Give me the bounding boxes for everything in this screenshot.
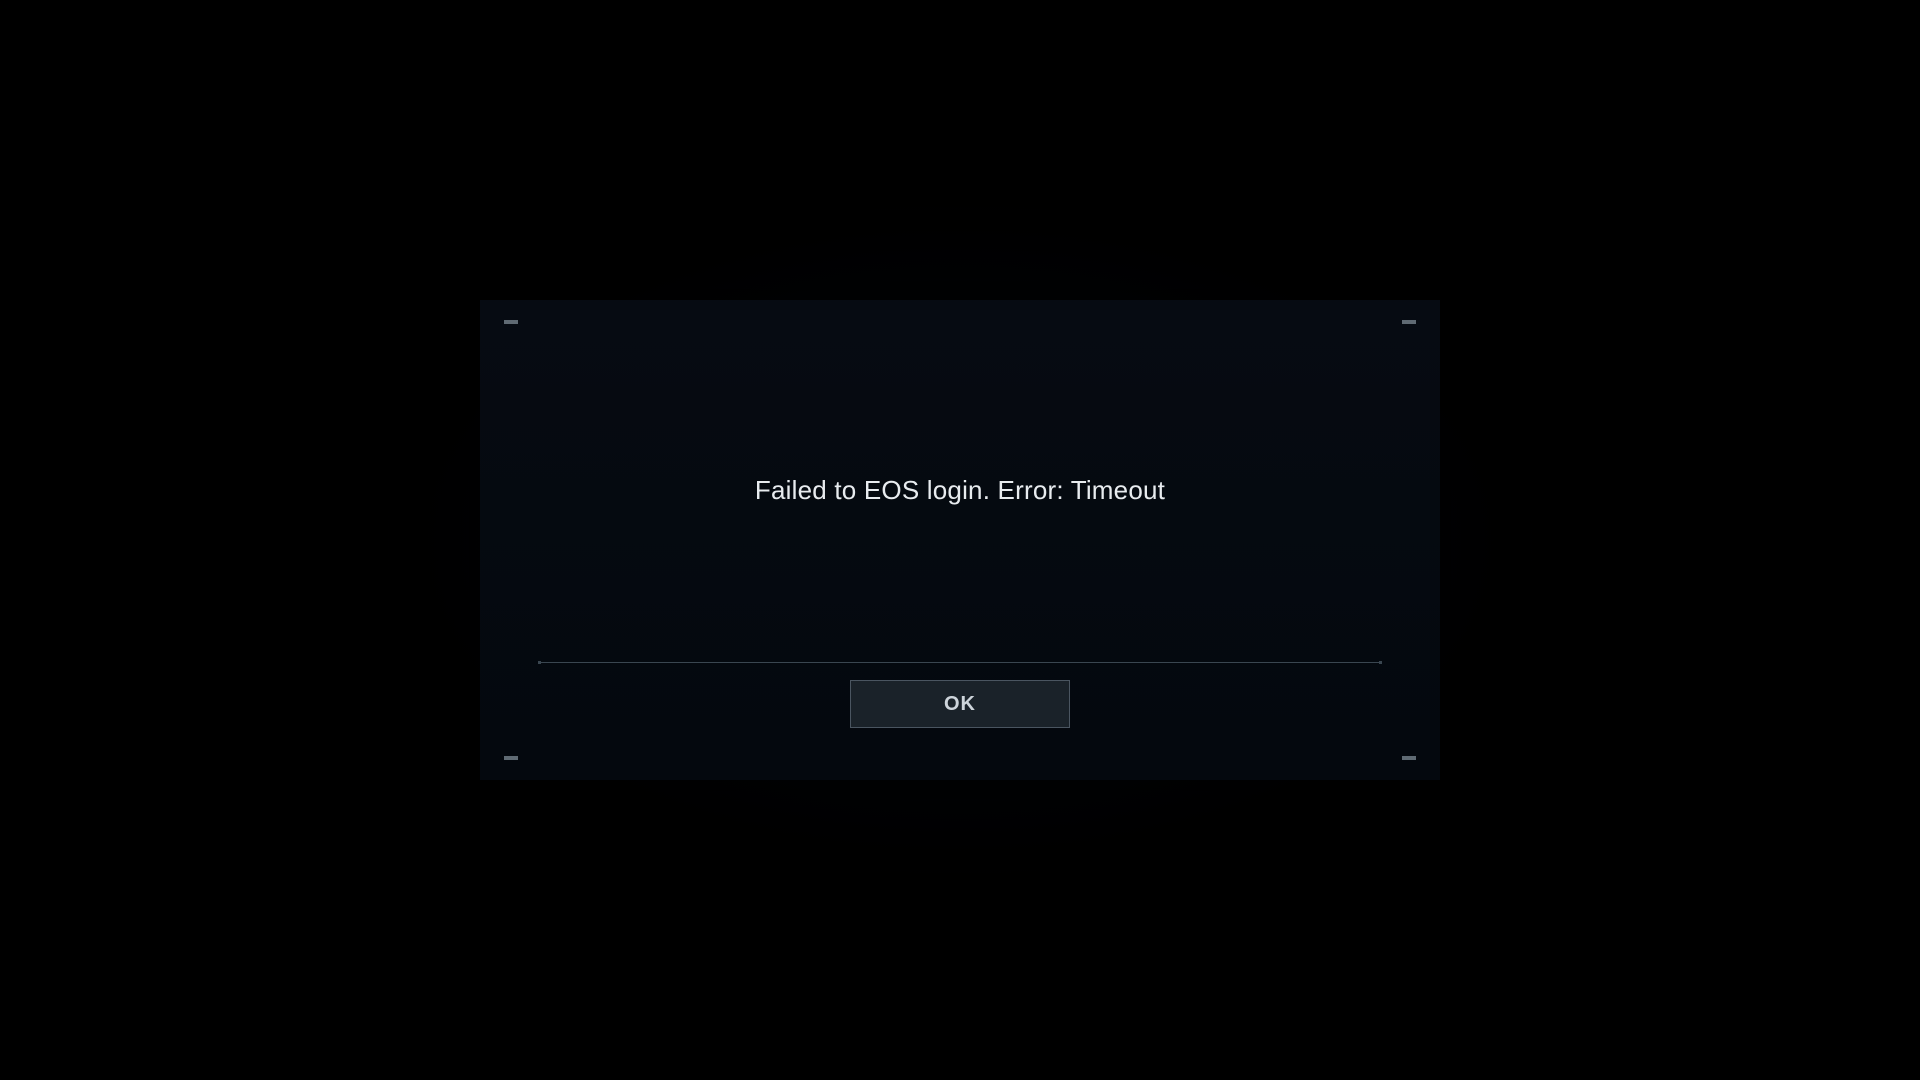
corner-dash-icon: [1402, 756, 1416, 760]
corner-dash-icon: [504, 320, 518, 324]
corner-dash-icon: [504, 756, 518, 760]
corner-dash-icon: [1402, 320, 1416, 324]
error-dialog: Failed to EOS login. Error: Timeout OK: [480, 300, 1440, 780]
error-message: Failed to EOS login. Error: Timeout: [480, 475, 1440, 506]
ok-button[interactable]: OK: [850, 680, 1070, 728]
screen: Failed to EOS login. Error: Timeout OK: [0, 0, 1920, 1080]
divider: [540, 662, 1380, 663]
